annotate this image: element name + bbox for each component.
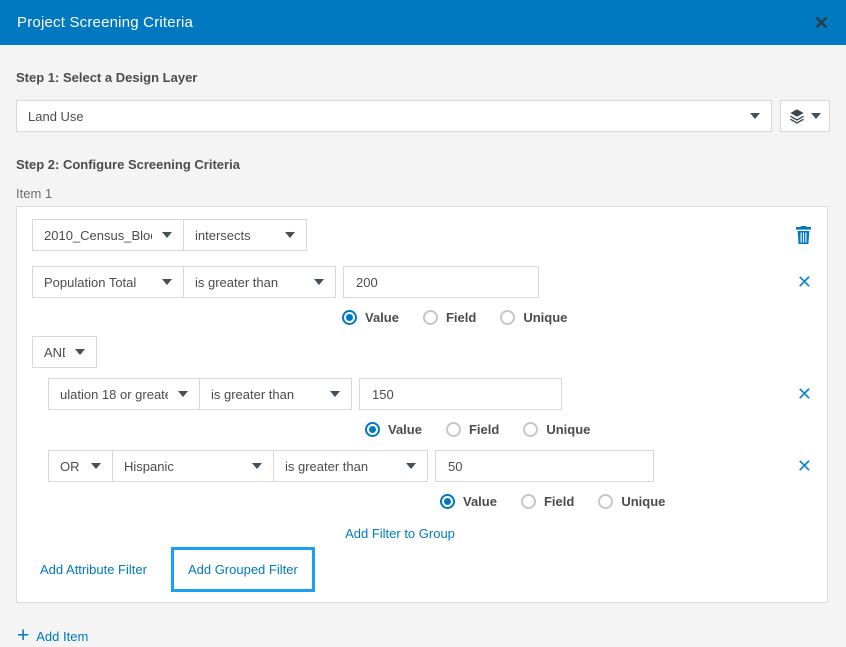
chevron-down-icon [750, 113, 760, 119]
radio-unselected-icon [523, 422, 538, 437]
spatial-relation-select[interactable]: intersects [184, 219, 307, 251]
radio-field-label: Field [544, 494, 574, 509]
chevron-down-icon [314, 279, 324, 285]
chevron-down-icon [406, 463, 416, 469]
radio-value-label: Value [388, 422, 422, 437]
gfilter2-operator-select[interactable]: is greater than [274, 450, 428, 482]
radio-unique[interactable]: Unique [598, 494, 665, 509]
dialog-title: Project Screening Criteria [17, 14, 193, 31]
filter1-field-value: Population Total [44, 275, 152, 290]
radio-unselected-icon [598, 494, 613, 509]
spatial-relation-value: intersects [195, 228, 275, 243]
radio-value[interactable]: Value [342, 310, 399, 325]
radio-unique-label: Unique [546, 422, 590, 437]
grouped-filters: ulation 18 or greater is greater than ✕ … [48, 378, 812, 541]
group-filter-row-1: ulation 18 or greater is greater than ✕ [48, 378, 812, 410]
radio-field[interactable]: Field [446, 422, 499, 437]
gfilter1-mode-radios: Value Field Unique [365, 422, 812, 437]
step1-heading: Step 1: Select a Design Layer [16, 70, 830, 85]
design-layer-row: Land Use [16, 100, 830, 132]
radio-selected-icon [342, 310, 357, 325]
radio-value[interactable]: Value [365, 422, 422, 437]
chevron-down-icon [252, 463, 262, 469]
step2-heading: Step 2: Configure Screening Criteria [16, 157, 830, 172]
add-filter-to-group-link[interactable]: Add Filter to Group [345, 526, 455, 541]
radio-unselected-icon [500, 310, 515, 325]
filter1-value-input[interactable] [343, 266, 539, 298]
radio-field[interactable]: Field [423, 310, 476, 325]
design-layer-value: Land Use [28, 109, 740, 124]
gfilter1-value-input[interactable] [359, 378, 562, 410]
dialog-header: Project Screening Criteria ✕ [0, 0, 846, 45]
filter-row-1: Population Total is greater than ✕ [32, 266, 812, 298]
gfilter1-operator-value: is greater than [211, 387, 320, 402]
filter1-operator-value: is greater than [195, 275, 304, 290]
add-item-button[interactable]: + Add Item [17, 627, 830, 645]
layer-list-button[interactable] [780, 100, 830, 132]
radio-unique[interactable]: Unique [523, 422, 590, 437]
radio-value[interactable]: Value [440, 494, 497, 509]
gfilter2-field-select[interactable]: Hispanic [113, 450, 274, 482]
gfilter1-field-select[interactable]: ulation 18 or greater [48, 378, 200, 410]
item-label: Item 1 [16, 186, 830, 201]
focus-outline: Add Grouped Filter [171, 547, 315, 592]
plus-icon: + [17, 627, 29, 645]
chevron-down-icon [285, 232, 295, 238]
radio-unique[interactable]: Unique [500, 310, 567, 325]
radio-unique-label: Unique [621, 494, 665, 509]
group-logic-value: AND [44, 345, 65, 360]
chevron-down-icon [330, 391, 340, 397]
chevron-down-icon [178, 391, 188, 397]
remove-gfilter1-icon[interactable]: ✕ [797, 385, 812, 403]
panel-links-row: Add Attribute Filter Add Grouped Filter [40, 547, 812, 592]
radio-unselected-icon [446, 422, 461, 437]
gfilter2-value-input[interactable] [435, 450, 654, 482]
filter1-field-select[interactable]: Population Total [32, 266, 184, 298]
chevron-down-icon [75, 349, 85, 355]
radio-value-label: Value [463, 494, 497, 509]
radio-unique-label: Unique [523, 310, 567, 325]
radio-field[interactable]: Field [521, 494, 574, 509]
gfilter2-logic-select[interactable]: OR [48, 450, 113, 482]
item-panel: 2010_Census_Blocks intersects [16, 206, 828, 603]
filter1-operator-select[interactable]: is greater than [184, 266, 336, 298]
design-layer-select[interactable]: Land Use [16, 100, 772, 132]
gfilter1-operator-select[interactable]: is greater than [200, 378, 352, 410]
layer-relation-row: 2010_Census_Blocks intersects [32, 219, 812, 251]
add-attribute-filter-link[interactable]: Add Attribute Filter [40, 562, 147, 577]
radio-value-label: Value [365, 310, 399, 325]
criteria-layer-value: 2010_Census_Blocks [44, 228, 152, 243]
remove-filter1-icon[interactable]: ✕ [797, 273, 812, 291]
radio-selected-icon [440, 494, 455, 509]
criteria-layer-select[interactable]: 2010_Census_Blocks [32, 219, 184, 251]
remove-gfilter2-icon[interactable]: ✕ [797, 457, 812, 475]
chevron-down-icon [162, 232, 172, 238]
chevron-down-icon [91, 463, 101, 469]
layers-icon [789, 108, 805, 124]
gfilter2-operator-value: is greater than [285, 459, 396, 474]
radio-selected-icon [365, 422, 380, 437]
radio-unselected-icon [521, 494, 536, 509]
gfilter1-field-value: ulation 18 or greater [60, 387, 168, 402]
chevron-down-icon [162, 279, 172, 285]
trash-icon [795, 226, 812, 245]
delete-item-button[interactable] [795, 226, 812, 245]
radio-unselected-icon [423, 310, 438, 325]
group-filter-row-2: OR Hispanic is greater than ✕ [48, 450, 812, 482]
gfilter2-field-value: Hispanic [124, 459, 242, 474]
add-filter-to-group-row: Add Filter to Group [48, 526, 752, 541]
group-logic-select[interactable]: AND [32, 336, 97, 368]
filter1-mode-radios: Value Field Unique [342, 310, 812, 325]
group-logic-row: AND [32, 336, 812, 368]
add-item-label: Add Item [36, 629, 88, 644]
chevron-down-icon [811, 113, 821, 119]
gfilter2-logic-value: OR [60, 459, 81, 474]
gfilter2-mode-radios: Value Field Unique [440, 494, 812, 509]
radio-field-label: Field [469, 422, 499, 437]
add-grouped-filter-link[interactable]: Add Grouped Filter [188, 562, 298, 577]
radio-field-label: Field [446, 310, 476, 325]
close-icon[interactable]: ✕ [814, 14, 829, 32]
